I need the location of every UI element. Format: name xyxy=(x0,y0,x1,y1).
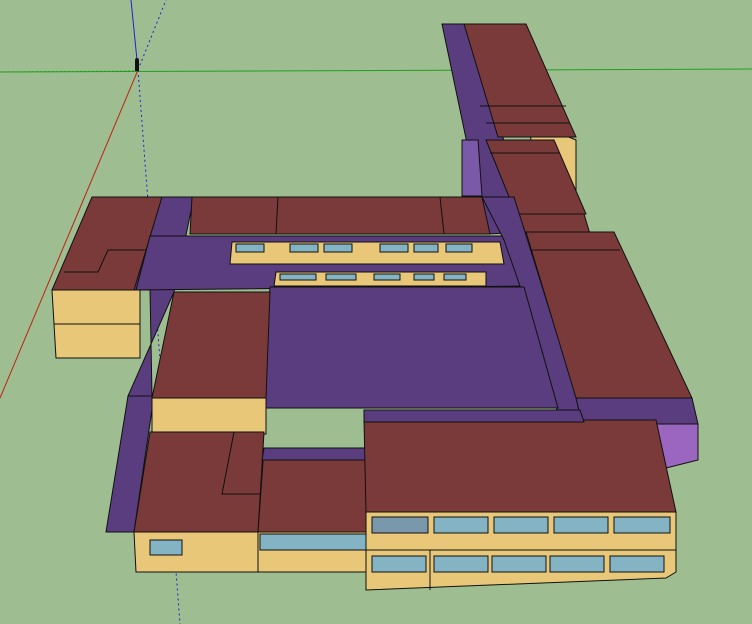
courtyard-roof[interactable] xyxy=(259,286,559,409)
model-viewport[interactable] xyxy=(0,0,752,624)
southwest-lower-roof xyxy=(133,431,265,533)
south-block-roof xyxy=(363,419,677,513)
south-link-roof xyxy=(257,447,367,533)
blue-axis-dotted xyxy=(137,0,167,71)
south-block[interactable] xyxy=(363,409,677,591)
origin-person-icon xyxy=(135,58,139,71)
southwest-upper-roof xyxy=(151,291,271,399)
south-block-top-strip xyxy=(363,409,585,423)
north-wing-roof-c xyxy=(515,213,591,235)
north-block-roof xyxy=(189,196,491,235)
courtyard-roof-face xyxy=(259,286,559,409)
north-wing-side-ribs xyxy=(461,139,483,197)
scene-canvas[interactable] xyxy=(0,0,752,624)
south-link-top xyxy=(261,447,367,461)
southwest-upper-wall xyxy=(151,397,267,435)
